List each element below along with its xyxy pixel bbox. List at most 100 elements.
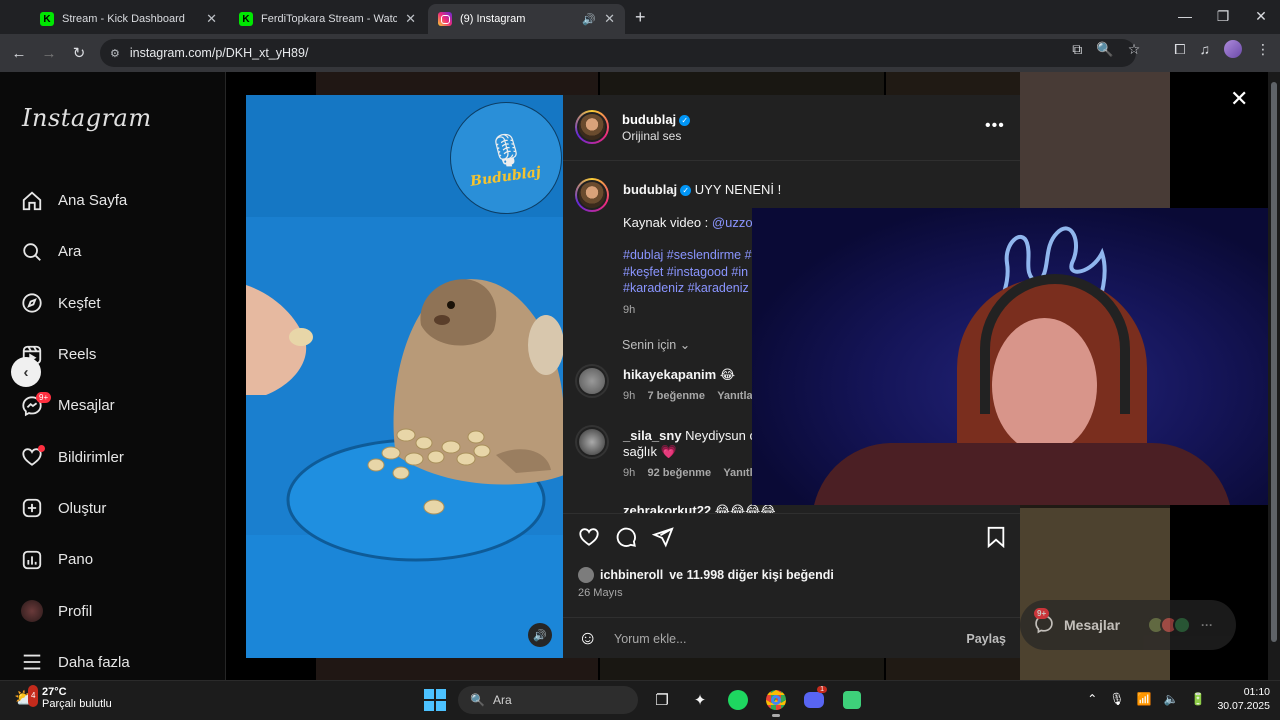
sidebar-item-messages[interactable]: 9+ Mesajlar bbox=[20, 380, 130, 431]
comment-username[interactable]: hikayekapanim bbox=[623, 367, 716, 382]
extensions-icon[interactable]: ⧠ bbox=[1174, 41, 1185, 58]
caption-line: budublaj ✓ UYY NENENİ ! bbox=[623, 182, 781, 197]
recent-contacts bbox=[1147, 616, 1192, 634]
hashtags-line[interactable]: #karadeniz #karadeniz bbox=[623, 281, 749, 295]
close-tab-icon[interactable]: ✕ bbox=[206, 11, 217, 27]
battery-icon[interactable]: 🔋 bbox=[1190, 692, 1205, 706]
close-modal-icon[interactable]: ✕ bbox=[1230, 86, 1248, 112]
audio-label[interactable]: Orijinal ses bbox=[622, 129, 681, 143]
messenger-icon: 9+ bbox=[20, 391, 52, 418]
commenter-avatar[interactable] bbox=[575, 425, 609, 459]
media-control-icon[interactable]: ♫ bbox=[1200, 41, 1211, 57]
page-scrollbar[interactable] bbox=[1268, 72, 1280, 680]
install-app-icon[interactable]: ⧉ bbox=[1072, 41, 1082, 58]
comment-input[interactable]: Yorum ekle... bbox=[614, 632, 687, 646]
audio-toggle-button[interactable]: 🔊 bbox=[528, 623, 552, 647]
instagram-page: Instagram Ana Sayfa Ara Keşfet Reels 9+ … bbox=[0, 72, 1268, 680]
verified-icon: ✓ bbox=[679, 115, 691, 127]
comment-bubble-icon[interactable] bbox=[615, 526, 637, 554]
windows-taskbar: ⛅ 4 27°C Parçalı bulutlu 🔍 Ara ❐ ✦ 1 ⌃ 🎙 … bbox=[0, 680, 1280, 720]
time: 01:10 bbox=[1243, 686, 1270, 698]
weather-icon: ⛅ 4 bbox=[14, 685, 39, 709]
microphone-icon: 🎙 bbox=[485, 132, 527, 168]
previous-post-button[interactable]: ‹ bbox=[11, 357, 41, 387]
address-bar[interactable]: ⚙ instagram.com/p/DKH_xt_yH89/ bbox=[100, 39, 1136, 67]
comment-filter-dropdown[interactable]: Senin için ⌄ bbox=[622, 337, 690, 352]
microphone-icon[interactable]: 🎙 bbox=[1109, 692, 1124, 706]
heart-icon bbox=[20, 445, 45, 469]
profile-avatar-icon[interactable] bbox=[1224, 40, 1242, 58]
comment-username[interactable]: _sila_sny bbox=[623, 428, 682, 443]
zoom-icon[interactable]: 🔍 bbox=[1096, 41, 1113, 58]
commenter-avatar[interactable] bbox=[575, 364, 609, 398]
close-tab-icon[interactable]: ✕ bbox=[405, 11, 416, 27]
share-send-icon[interactable] bbox=[651, 526, 674, 554]
weather-widget[interactable]: ⛅ 4 27°C Parçalı bulutlu bbox=[14, 685, 112, 710]
sidebar-item-create[interactable]: Oluştur bbox=[20, 483, 130, 534]
caption-author-avatar[interactable] bbox=[575, 178, 609, 212]
minimize-icon[interactable]: — bbox=[1166, 0, 1204, 34]
maximize-icon[interactable]: ❐ bbox=[1204, 0, 1242, 34]
temperature: 27°C bbox=[42, 686, 67, 698]
sidebar-item-explore[interactable]: Keşfet bbox=[20, 278, 130, 329]
taskbar-apps: 🔍 Ara ❐ ✦ 1 bbox=[424, 686, 866, 717]
comment-likes[interactable]: 7 beğenme bbox=[647, 390, 704, 402]
windows-start-icon[interactable] bbox=[424, 689, 446, 711]
search-icon bbox=[20, 240, 44, 264]
site-settings-icon[interactable]: ⚙ bbox=[110, 47, 120, 60]
save-bookmark-icon[interactable] bbox=[986, 526, 1006, 554]
sidebar-item-notifications[interactable]: Bildirimler bbox=[20, 431, 130, 482]
new-tab-icon[interactable]: + bbox=[635, 7, 646, 28]
browser-tab-strip: K Stream - Kick Dashboard ✕ K FerdiTopka… bbox=[0, 0, 1280, 34]
tab-kick-dashboard[interactable]: K Stream - Kick Dashboard ✕ bbox=[30, 4, 227, 34]
sidebar-item-dashboard[interactable]: Pano bbox=[20, 534, 130, 585]
tab-instagram[interactable]: (9) Instagram 🔊 ✕ bbox=[428, 4, 625, 34]
author-username[interactable]: budublaj ✓ bbox=[622, 112, 691, 127]
instagram-logo[interactable]: Instagram bbox=[22, 104, 152, 132]
author-avatar[interactable] bbox=[575, 110, 609, 144]
kick-favicon-icon: K bbox=[40, 12, 54, 26]
wifi-icon[interactable]: 📶 bbox=[1137, 692, 1152, 706]
back-icon[interactable]: ← bbox=[4, 45, 34, 62]
toolbar-actions: ⧉ 🔍 ☆ ⧠ ♫ ⋮ bbox=[1072, 40, 1270, 58]
clock[interactable]: 01:10 30.07.2025 bbox=[1217, 685, 1270, 713]
bookmark-star-icon[interactable]: ☆ bbox=[1128, 41, 1141, 58]
more-icon: ··· bbox=[1201, 618, 1214, 632]
reload-icon[interactable]: ↻ bbox=[64, 44, 94, 62]
task-view-icon[interactable]: ❐ bbox=[648, 686, 676, 714]
sidebar-item-more[interactable]: Daha fazla bbox=[20, 637, 130, 680]
sidebar-item-search[interactable]: Ara bbox=[20, 226, 130, 277]
liker-username[interactable]: ichbineroll bbox=[600, 568, 663, 582]
post-video[interactable]: 🎙 Budublaj 🔊 bbox=[246, 95, 563, 658]
messages-floating-button[interactable]: 9+ Mesajlar ··· bbox=[1020, 600, 1236, 650]
tab-kick-stream[interactable]: K FerdiTopkara Stream - Watch Live ✕ bbox=[229, 4, 426, 34]
likes-summary[interactable]: ichbineroll ve 11.998 diğer kişi beğendi bbox=[578, 567, 834, 583]
browser-menu-icon[interactable]: ⋮ bbox=[1256, 41, 1270, 58]
tray-overflow-icon[interactable]: ⌃ bbox=[1087, 692, 1097, 706]
reply-button[interactable]: Yanıtla bbox=[717, 390, 752, 402]
close-window-icon[interactable]: ✕ bbox=[1242, 0, 1280, 34]
caption-username[interactable]: budublaj bbox=[623, 182, 677, 197]
app-icon[interactable]: ✦ bbox=[686, 686, 714, 714]
chrome-icon[interactable] bbox=[762, 686, 790, 717]
sidebar-item-profile[interactable]: Profil bbox=[20, 585, 130, 636]
comment-meta: 9h 92 beğenme Yanıtla bbox=[623, 467, 759, 479]
comment-likes[interactable]: 92 beğenme bbox=[647, 467, 711, 479]
kick-app-icon[interactable] bbox=[838, 686, 866, 714]
forward-icon[interactable]: → bbox=[34, 45, 64, 62]
volume-icon[interactable]: 🔈 bbox=[1164, 692, 1179, 706]
sidebar-item-label: Bildirimler bbox=[58, 448, 124, 466]
post-comment-button[interactable]: Paylaş bbox=[966, 632, 1006, 646]
more-options-icon[interactable]: ••• bbox=[985, 117, 1005, 135]
taskbar-search[interactable]: 🔍 Ara bbox=[458, 686, 638, 714]
spotify-icon[interactable] bbox=[724, 686, 752, 714]
like-heart-icon[interactable] bbox=[578, 526, 600, 554]
sidebar-item-home[interactable]: Ana Sayfa bbox=[20, 175, 130, 226]
emoji-icon[interactable]: ☺ bbox=[578, 628, 597, 650]
comment-username[interactable]: zehrakorkut22 bbox=[623, 503, 711, 513]
hashtags-line[interactable]: #dublaj #seslendirme # bbox=[623, 248, 752, 262]
close-tab-icon[interactable]: ✕ bbox=[604, 11, 615, 27]
speaker-icon[interactable]: 🔊 bbox=[582, 13, 596, 26]
discord-icon[interactable]: 1 bbox=[800, 686, 828, 714]
hashtags-line[interactable]: #keşfet #instagood #in bbox=[623, 265, 748, 279]
